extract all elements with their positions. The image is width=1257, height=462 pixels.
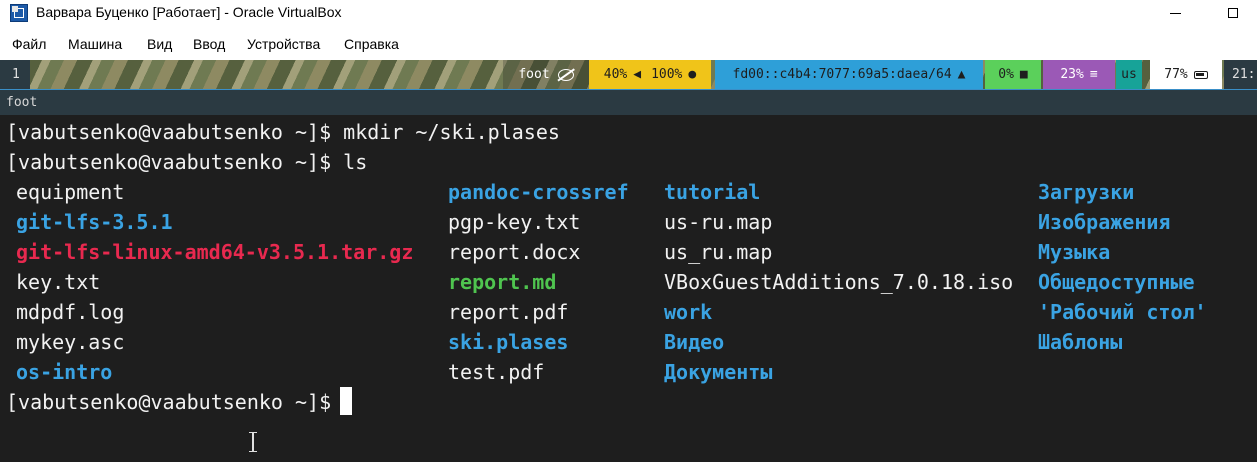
ls-entry: git-lfs-linux-amd64-v3.5.1.tar.gz bbox=[16, 240, 414, 264]
text-cursor bbox=[340, 387, 352, 415]
command-line: [vabutsenko@vaabutsenko ~]$ mkdir ~/ski.… bbox=[6, 117, 560, 147]
ls-entry: key.txt bbox=[16, 270, 101, 294]
window-module: foot bbox=[503, 60, 589, 89]
window-title: Варвара Буценко [Работает] - Oracle Virt… bbox=[36, 4, 342, 20]
terminal-area[interactable]: [vabutsenko@vaabutsenko ~]$ mkdir ~/ski.… bbox=[0, 115, 1257, 462]
ls-entry: git-lfs-3.5.1 bbox=[16, 210, 173, 234]
network-address: fd00::c4b4:7077:69a5:daea/64 bbox=[732, 67, 952, 82]
ls-entry: os-intro bbox=[16, 360, 113, 384]
eye-slash-icon bbox=[557, 68, 574, 81]
ls-entry: VBoxGuestAdditions_7.0.18.iso bbox=[664, 270, 1014, 294]
ls-entry: Изображения bbox=[1038, 210, 1171, 234]
ls-entry: pandoc-crossref bbox=[448, 180, 629, 204]
menu-file[interactable]: Файл bbox=[12, 36, 46, 52]
ls-entry: Документы bbox=[664, 360, 773, 384]
shell-prompt: [vabutsenko@vaabutsenko ~]$ bbox=[6, 150, 332, 174]
mouse-ibeam-cursor bbox=[249, 432, 257, 452]
ls-entry: Загрузки bbox=[1038, 180, 1135, 204]
maximize-button[interactable] bbox=[1210, 0, 1256, 26]
memory-icon: ≡ bbox=[1089, 67, 1098, 82]
ls-entry: equipment bbox=[16, 180, 125, 204]
command-line: [vabutsenko@vaabutsenko ~]$ ls bbox=[6, 147, 367, 177]
volume-level: 40% bbox=[603, 67, 628, 82]
ls-entry: Музыка bbox=[1038, 240, 1111, 264]
menu-bar: Файл Машина Вид Ввод Устройства Справка bbox=[0, 26, 1257, 60]
shell-prompt: [vabutsenko@vaabutsenko ~]$ bbox=[6, 390, 332, 414]
ls-entry: pgp-key.txt bbox=[448, 210, 581, 234]
ls-entry: report.docx bbox=[448, 240, 581, 264]
cpu-module: 0% ■ bbox=[985, 60, 1041, 89]
workspace-button[interactable]: 1 bbox=[0, 60, 30, 89]
battery-level: 77% bbox=[1164, 67, 1188, 82]
menu-help[interactable]: Справка bbox=[344, 36, 399, 52]
active-window-name: foot bbox=[518, 67, 550, 82]
status-bar: 1 foot 40% ◀ 100% ● fd00::c4b4:7077:69a5… bbox=[0, 60, 1257, 89]
ls-entry: report.md bbox=[448, 270, 557, 294]
cpu-usage: 0% bbox=[998, 67, 1014, 82]
network-module[interactable]: fd00::c4b4:7077:69a5:daea/64 ▲ bbox=[715, 60, 983, 89]
menu-machine[interactable]: Машина bbox=[68, 36, 122, 52]
memory-module: 23% ≡ bbox=[1043, 60, 1115, 89]
ls-entry: tutorial bbox=[664, 180, 761, 204]
menu-devices[interactable]: Устройства bbox=[247, 36, 320, 52]
ls-entry: us-ru.map bbox=[664, 210, 773, 234]
menu-view[interactable]: Вид bbox=[147, 36, 172, 52]
maximize-icon bbox=[1228, 8, 1238, 18]
ls-entry: ski.plases bbox=[448, 330, 569, 354]
minimize-button[interactable] bbox=[1152, 0, 1198, 26]
battery-module: 77% bbox=[1150, 60, 1222, 89]
battery-icon bbox=[1193, 70, 1208, 79]
speaker-icon: ◀ bbox=[633, 67, 642, 82]
ls-entry: Видео bbox=[664, 330, 725, 354]
microphone-icon: ● bbox=[688, 67, 697, 82]
ls-entry: 'Рабочий стол' bbox=[1038, 300, 1207, 324]
keyboard-layout: us bbox=[1121, 67, 1137, 82]
language-module[interactable]: us bbox=[1116, 60, 1142, 89]
command-text: ls bbox=[343, 150, 368, 174]
ls-entry: report.pdf bbox=[448, 300, 569, 324]
workspace-number: 1 bbox=[12, 67, 20, 82]
ls-entry: Шаблоны bbox=[1038, 330, 1123, 354]
ls-entry: mdpdf.log bbox=[16, 300, 125, 324]
window-title-bar: Варвара Буценко [Работает] - Oracle Virt… bbox=[0, 0, 1257, 26]
menu-input[interactable]: Ввод bbox=[193, 36, 225, 52]
ls-entry: work bbox=[664, 300, 713, 324]
audio-module[interactable]: 40% ◀ 100% ● bbox=[589, 60, 711, 89]
terminal-title-text: foot bbox=[6, 95, 38, 110]
mic-level: 100% bbox=[651, 67, 683, 82]
network-icon: ▲ bbox=[957, 67, 966, 82]
clock-module[interactable]: 21: bbox=[1224, 60, 1257, 89]
clock-text: 21: bbox=[1232, 67, 1256, 82]
ls-entry: Общедоступные bbox=[1038, 270, 1195, 294]
ls-entry: test.pdf bbox=[448, 360, 545, 384]
cpu-icon: ■ bbox=[1019, 67, 1028, 82]
ls-entry: us_ru.map bbox=[664, 240, 773, 264]
memory-usage: 23% bbox=[1060, 67, 1084, 82]
minimize-icon bbox=[1169, 12, 1181, 14]
shell-prompt: [vabutsenko@vaabutsenko ~]$ bbox=[6, 120, 332, 144]
terminal-window-title: foot bbox=[0, 89, 1257, 115]
command-text: mkdir ~/ski.plases bbox=[343, 120, 560, 144]
ls-entry: mykey.asc bbox=[16, 330, 125, 354]
virtualbox-icon bbox=[10, 4, 28, 22]
command-line: [vabutsenko@vaabutsenko ~]$ bbox=[6, 387, 343, 417]
